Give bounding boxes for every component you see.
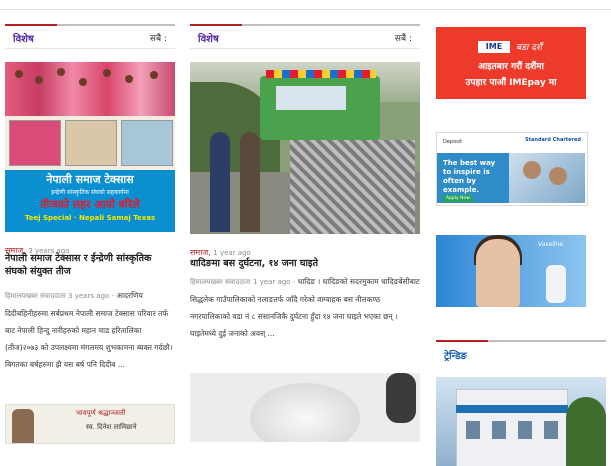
bus-windshield — [276, 86, 346, 110]
ad-tagline: The best way to inspire is often by exam… — [443, 159, 496, 194]
column-left: विशेष सबै : नेपाली समाज टेक्सास इन्द्रेण… — [5, 24, 175, 369]
trending-image-building[interactable] — [436, 377, 606, 466]
article-title[interactable]: धादिङमा बस दुर्घटना, १४ जना घाइते — [190, 256, 318, 269]
ime-logo: IME — [478, 41, 510, 53]
article-author: हिमालयखबर संवाददाता — [190, 278, 251, 286]
portrait-photo — [12, 409, 34, 443]
trending-header: ट्रेन्डिङ — [436, 340, 606, 362]
column-middle: विशेष सबै : समाज, 1 year ago धादिङमा बस … — [190, 24, 420, 338]
banner-subtitle: इन्द्रेणी सांस्कृतिक संघको सहकार्यमा — [51, 189, 129, 196]
vaseline-logo: Vaseline — [538, 241, 564, 248]
blurred-figure — [250, 383, 360, 442]
product-bottle — [546, 265, 566, 303]
section-header: विशेष सबै : — [190, 24, 420, 50]
article-title[interactable]: नेपाली समाज टेक्सास र ईन्द्रेणी सांस्कृत… — [5, 252, 175, 278]
model-figure — [476, 239, 520, 307]
banner-english: Teej Special · Nepali Samaj Texas — [24, 214, 156, 222]
section-rule — [5, 48, 175, 49]
article-author-time: 3 years ago - — [68, 292, 114, 300]
ad-line-2: उपहार पाऔं IMEpay मा — [465, 78, 557, 88]
section-accent-bar — [436, 340, 488, 342]
tree — [566, 397, 606, 466]
ad-standard-chartered[interactable]: Deposit Standard Chartered The best way … — [436, 132, 588, 206]
ad-festival: बडा दशैं — [516, 43, 543, 53]
hand-silhouette — [386, 373, 416, 423]
ad-photo — [509, 153, 585, 203]
see-all-link[interactable]: सबै : — [395, 31, 412, 44]
event-banner: नेपाली समाज टेक्सास इन्द्रेणी सांस्कृतिक… — [5, 170, 175, 232]
section-accent-bar — [190, 24, 242, 26]
article-excerpt-text: धादिङ । धादिङको सदरमुकाम धादिङबेंसीबाट स… — [190, 277, 420, 338]
building-signboard — [456, 405, 568, 413]
article-excerpt-text: आदरणिय दिदीबहिनीहरुमा सर्बप्रथम नेपाली स… — [5, 291, 173, 369]
article-author-time: 1 year ago - — [253, 278, 296, 286]
article-image-bus-accident[interactable] — [190, 62, 420, 234]
bystander — [240, 132, 260, 232]
see-all-link[interactable]: सबै : — [150, 31, 167, 44]
trending-title[interactable]: ट्रेन्डिङ — [444, 348, 467, 362]
ad-imepay[interactable]: IME बडा दशैं आइतबार गरौं दशैंमा उपहार पा… — [436, 27, 586, 99]
bank-logo: Standard Chartered — [525, 137, 581, 143]
apply-now-button[interactable]: Apply Now — [443, 195, 473, 202]
crowd-photo — [5, 62, 175, 116]
banner-highlight: तीजको लहर आयो बरिले — [40, 198, 140, 211]
section-accent-bar — [5, 24, 57, 26]
bus-decoration — [266, 70, 376, 78]
banner-title: नेपाली समाज टेक्सास — [46, 173, 134, 186]
article-image-teej[interactable]: नेपाली समाज टेक्सास इन्द्रेणी सांस्कृतिक… — [5, 62, 175, 232]
policeman — [210, 132, 230, 232]
article-thumb-dark[interactable] — [190, 373, 420, 442]
photo-collage — [5, 116, 175, 170]
section-title[interactable]: विशेष — [198, 31, 219, 45]
tribute-heading: भावपूर्ण श्रद्धाञ्जली — [76, 409, 126, 417]
article-thumb-tribute[interactable]: भावपूर्ण श्रद्धाञ्जली स्व. दिनेश लामिछान… — [5, 404, 175, 444]
article-excerpt: हिमालयखबर संवाददाता 3 years ago - आदरणिय… — [5, 287, 175, 373]
ad-vaseline[interactable]: Vaseline — [436, 235, 586, 307]
section-title[interactable]: विशेष — [13, 31, 34, 45]
section-header: विशेष सबै : — [5, 24, 175, 50]
top-divider — [0, 9, 611, 10]
ad-corner-label: Deposit — [443, 139, 463, 145]
article-author: हिमालयखबर संवाददाता — [5, 292, 66, 300]
wire-mesh — [290, 140, 415, 234]
article-excerpt: हिमालयखबर संवाददाता 1 year ago - धादिङ ।… — [190, 273, 420, 342]
ad-line-1: आइतबार गरौं दशैंमा — [478, 62, 544, 72]
section-rule — [190, 48, 420, 49]
tribute-name: स्व. दिनेश लामिछाने — [86, 423, 137, 431]
